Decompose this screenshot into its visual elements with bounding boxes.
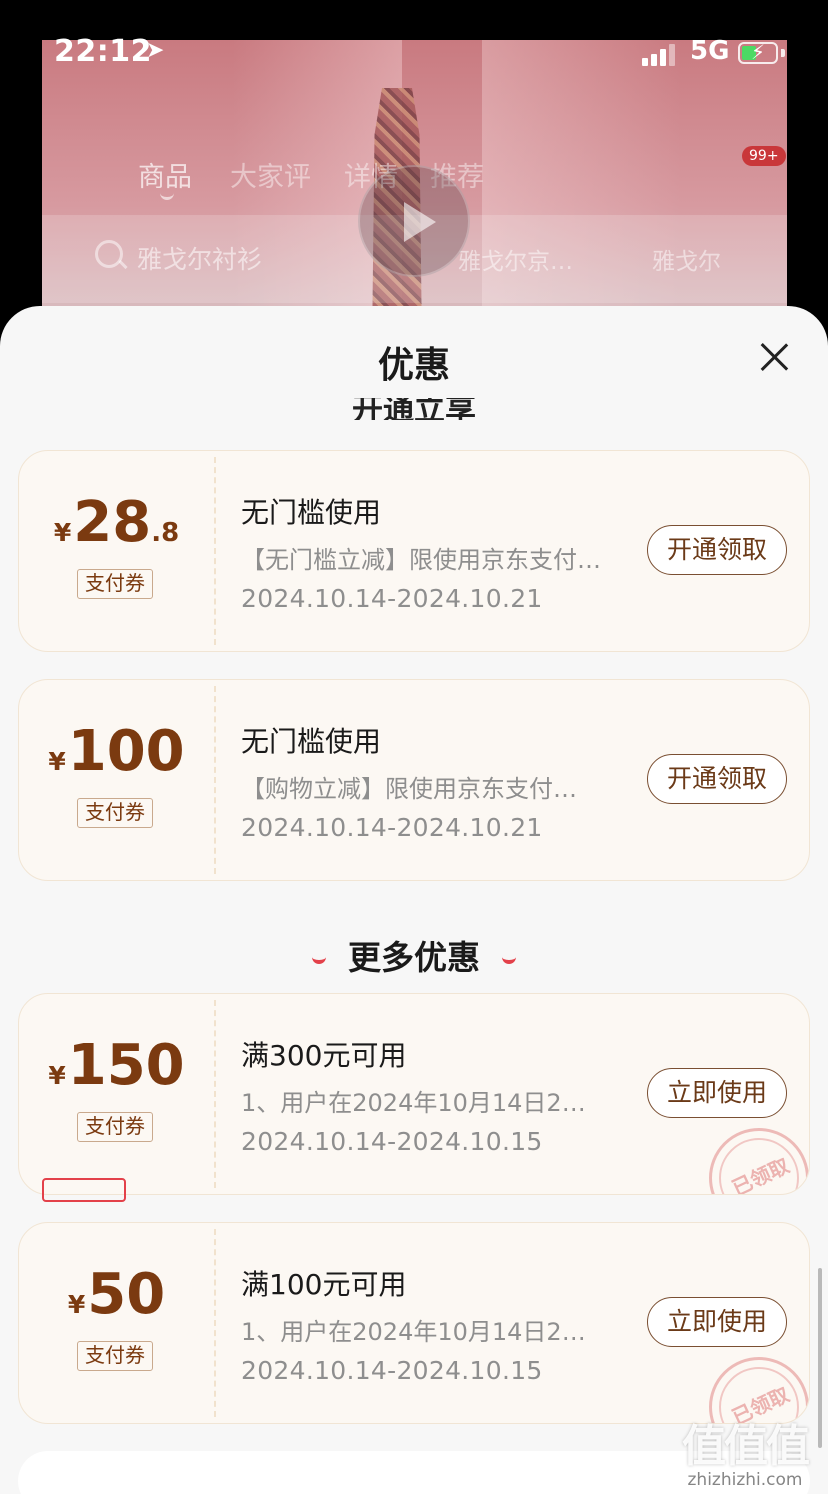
more-offers-text: 更多优惠 [348, 938, 480, 977]
search-input[interactable]: 雅戈尔衬衫 [137, 240, 262, 276]
close-icon[interactable] [760, 343, 788, 371]
coupon-amount: ¥28.8 [53, 490, 180, 555]
watermark-logo: 值值值 [682, 1421, 810, 1472]
battery-icon: ⚡ [738, 40, 778, 64]
coupon-type-tag: 支付券 [77, 569, 153, 599]
more-offers-heading: 更多优惠 [0, 931, 828, 979]
network-type: 5G [690, 36, 730, 66]
coupon-title: 满300元可用 [241, 1039, 407, 1072]
use-now-button[interactable]: 立即使用 [647, 1068, 787, 1118]
coupon-validity: 2024.10.14-2024.10.21 [241, 584, 543, 613]
coupon-description: 【购物立减】限使用京东支付… [241, 775, 577, 803]
activate-claim-button[interactable]: 开通领取 [647, 754, 787, 804]
activate-claim-button[interactable]: 开通领取 [647, 525, 787, 575]
coupon-amount-area: ¥100 支付券 [19, 680, 214, 880]
coupon-amount: ¥100 [48, 719, 185, 784]
coupon-description: 1、用户在2024年10月14日2… [241, 1089, 586, 1117]
coupon-title: 无门槛使用 [241, 725, 382, 758]
coupon-card[interactable]: ¥100 支付券 无门槛使用 【购物立减】限使用京东支付… 2024.10.14… [18, 679, 810, 881]
dashed-divider [214, 1000, 216, 1188]
sheet-title: 优惠 [377, 345, 450, 386]
coupon-amount-area: ¥28.8 支付券 [19, 451, 214, 651]
coupon-amount-area: ¥150 支付券 [19, 994, 214, 1194]
coupon-sheet: 优惠 开通立享 ¥28.8 支付券 无门槛使用 【无门槛立减】限使用京东支付… … [0, 306, 828, 1494]
status-bar: 22:12 ➤ 5G ⚡ [0, 28, 828, 78]
cart-badge: 99+ [742, 146, 786, 166]
search-icon [95, 240, 123, 268]
coupon-type-tag: 支付券 [77, 1341, 153, 1371]
coupon-description: 1、用户在2024年10月14日2… [241, 1318, 586, 1346]
signal-icon [642, 42, 678, 66]
watermark: 值值值 zhizhizhi.com [670, 1410, 820, 1490]
coupon-amount-area: ¥50 支付券 [19, 1223, 214, 1423]
coupon-card[interactable]: ¥150 支付券 满300元可用 1、用户在2024年10月14日2… 2024… [18, 993, 810, 1195]
dashed-divider [214, 1229, 216, 1417]
chevron-down-icon [312, 953, 326, 964]
claimed-stamp: 已领取 [709, 1128, 809, 1194]
coupon-validity: 2024.10.14-2024.10.21 [241, 813, 543, 842]
section-heading-text: 开通立享 [352, 398, 476, 420]
dashed-divider [214, 686, 216, 874]
watermark-url: zhizhizhi.com [687, 1470, 803, 1490]
coupon-title: 满100元可用 [241, 1268, 407, 1301]
use-now-button[interactable]: 立即使用 [647, 1297, 787, 1347]
chevron-down-icon [502, 953, 516, 964]
play-video-icon[interactable] [358, 165, 470, 277]
coupon-type-tag: 支付券 [77, 798, 153, 828]
coupon-card[interactable]: ¥28.8 支付券 无门槛使用 【无门槛立减】限使用京东支付… 2024.10.… [18, 450, 810, 652]
coupon-validity: 2024.10.14-2024.10.15 [241, 1356, 543, 1385]
search-suggestion[interactable]: 雅戈尔京… [458, 242, 573, 276]
coupon-validity: 2024.10.14-2024.10.15 [241, 1127, 543, 1156]
coupon-amount: ¥50 [67, 1262, 166, 1327]
coupon-description: 【无门槛立减】限使用京东支付… [241, 546, 601, 574]
tab-reviews[interactable]: 大家评 [230, 155, 311, 194]
status-time: 22:12 [54, 34, 152, 69]
coupon-type-tag: 支付券 [77, 1112, 153, 1142]
coupon-card[interactable]: ¥50 支付券 满100元可用 1、用户在2024年10月14日2… 2024.… [18, 1222, 810, 1424]
search-suggestion[interactable]: 雅戈尔 [652, 242, 721, 276]
battery-tip [781, 49, 785, 57]
coupon-title: 无门槛使用 [241, 496, 382, 529]
coupon-amount: ¥150 [48, 1033, 185, 1098]
location-arrow-icon: ➤ [146, 38, 165, 63]
section-heading-partial: 开通立享 [0, 398, 828, 420]
dashed-divider [214, 457, 216, 645]
coupon-tag-partial [42, 1178, 126, 1202]
